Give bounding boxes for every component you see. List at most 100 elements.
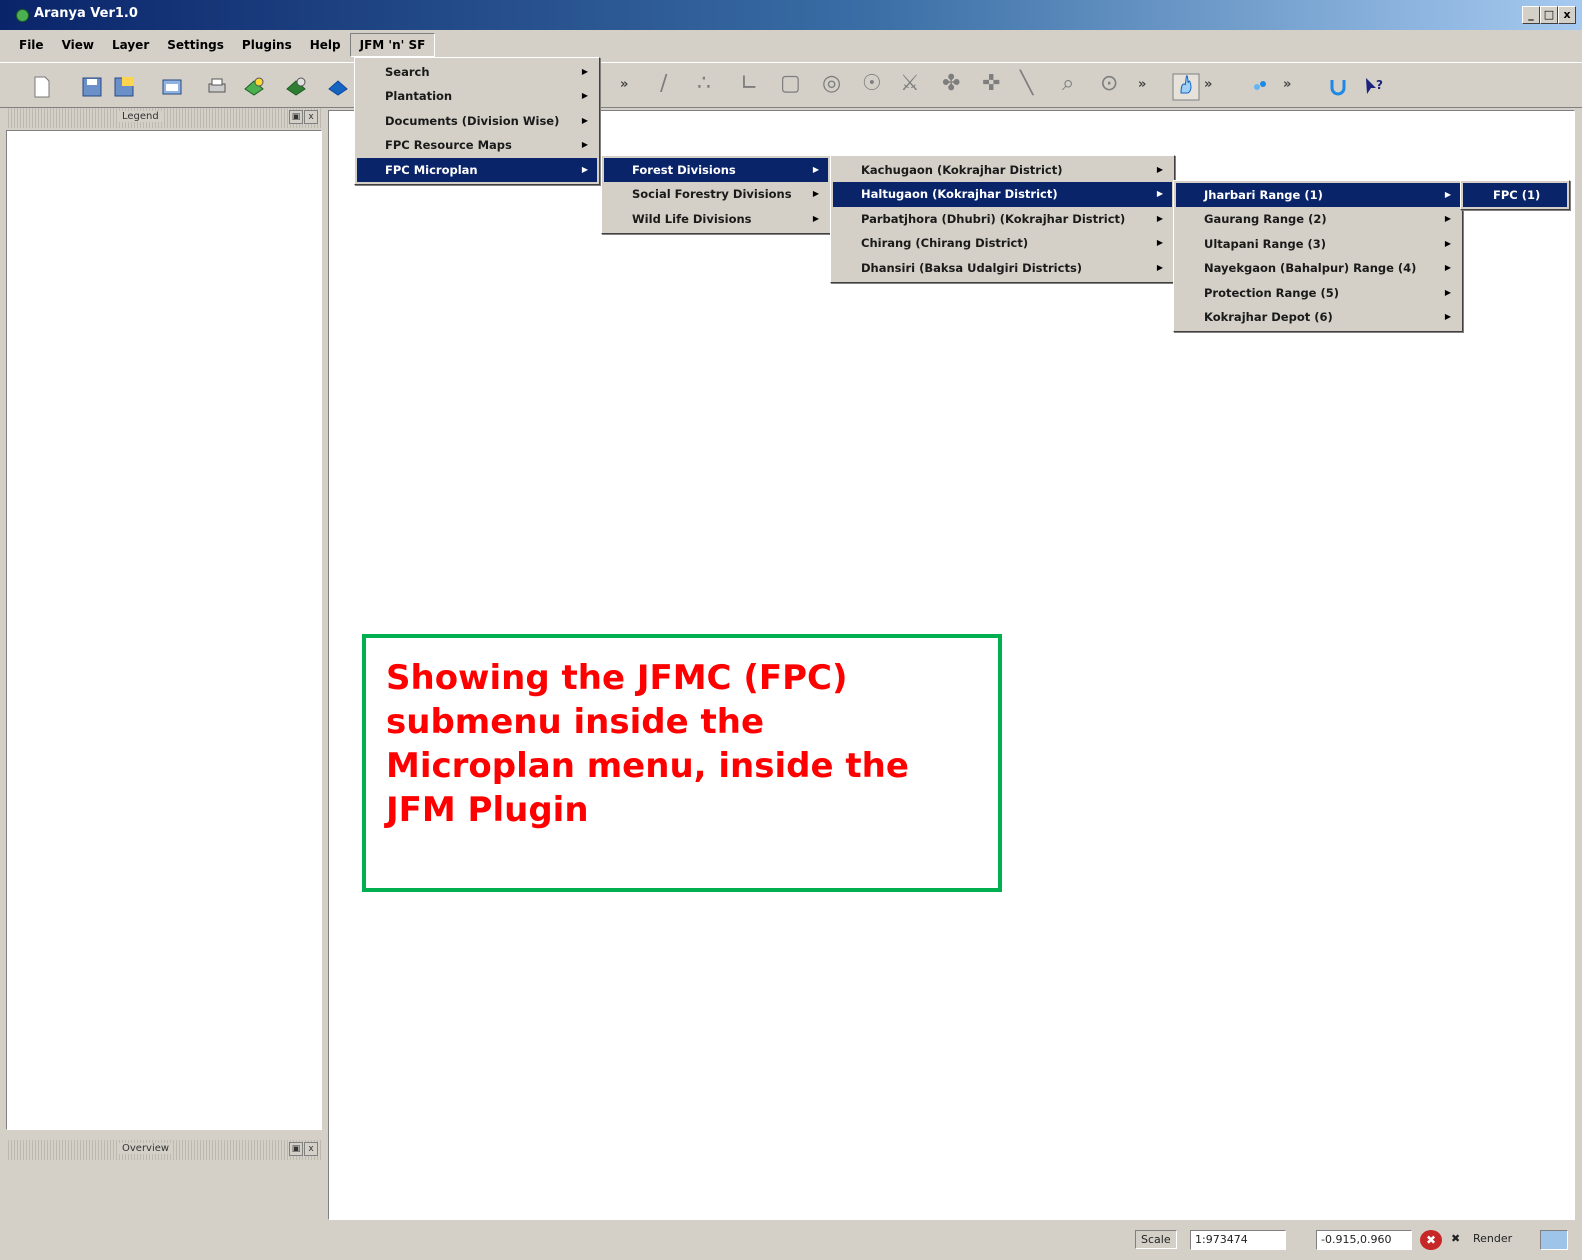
menu-bar: File View Layer Settings Plugins Help JF… bbox=[0, 30, 1582, 60]
delete-vertex-icon: ╲ bbox=[1020, 71, 1034, 96]
annotation-line: JFM Plugin bbox=[386, 790, 589, 830]
svg-text:?: ? bbox=[1376, 78, 1383, 92]
submenu-arrow-icon: ▶ bbox=[581, 140, 588, 150]
overview-title: Overview bbox=[118, 1143, 174, 1154]
jharbari-submenu: FPC (1) bbox=[1460, 180, 1570, 211]
app-icon bbox=[16, 9, 29, 22]
close-icon[interactable]: x bbox=[304, 110, 318, 124]
zoom-selection-icon: ⌕ bbox=[1062, 71, 1075, 96]
render-checkbox-icon[interactable]: ✖ bbox=[1446, 1230, 1465, 1247]
menu-item-chirang[interactable]: Chirang (Chirang District) ▶ bbox=[833, 231, 1172, 255]
add-ring-icon: ◎ bbox=[822, 71, 842, 96]
menu-item-gaurang-range[interactable]: Gaurang Range (2) ▶ bbox=[1176, 207, 1460, 231]
edit-pencil-icon: ∕ bbox=[660, 71, 668, 96]
menu-item-kachugaon[interactable]: Kachugaon (Kokrajhar District) ▶ bbox=[833, 158, 1172, 182]
submenu-arrow-icon: ▶ bbox=[1444, 190, 1451, 199]
submenu-arrow-icon: ▶ bbox=[1156, 165, 1163, 174]
new-project-icon[interactable] bbox=[30, 75, 54, 99]
annotation-line: Showing the JFMC (FPC) bbox=[386, 658, 848, 698]
save-icon[interactable] bbox=[80, 75, 104, 99]
menu-item-plantation[interactable]: Plantation ▶ bbox=[357, 84, 597, 108]
submenu-arrow-icon: ▶ bbox=[1156, 189, 1163, 199]
annotation-line: Microplan menu, inside the bbox=[386, 746, 909, 786]
submenu-arrow-icon: ▶ bbox=[1156, 262, 1163, 272]
menu-item-jharbari-range[interactable]: Jharbari Range (1) ▶ bbox=[1176, 183, 1460, 208]
menu-item-fpc-1[interactable]: FPC (1) bbox=[1463, 183, 1567, 208]
float-icon[interactable]: ▣ bbox=[289, 110, 303, 124]
add-raster-layer-icon[interactable] bbox=[284, 75, 308, 99]
print-icon[interactable] bbox=[205, 75, 229, 99]
jfm-menu: Search ▶ Plantation ▶ Documents (Division … bbox=[354, 57, 600, 185]
annotation-line: submenu inside the bbox=[386, 702, 765, 742]
add-layer-icon[interactable] bbox=[326, 75, 350, 99]
forest-divisions-submenu: Kachugaon (Kokrajhar District) ▶ Haltugao… bbox=[830, 155, 1175, 283]
add-vector-layer-icon[interactable] bbox=[242, 75, 266, 99]
pan-hand-icon[interactable] bbox=[1172, 73, 1200, 101]
submenu-arrow-icon: ▶ bbox=[1444, 311, 1451, 321]
render-label: Render bbox=[1473, 1232, 1513, 1245]
capture-point-icon: ∴ bbox=[697, 71, 711, 96]
submenu-arrow-icon: ▶ bbox=[1444, 238, 1451, 248]
submenu-arrow-icon: ▶ bbox=[1156, 238, 1163, 248]
microplan-submenu: Forest Divisions ▶ Social Forestry Divisi… bbox=[601, 155, 831, 235]
menu-item-kokrajhar-depot[interactable]: Kokrajhar Depot (6) ▶ bbox=[1176, 305, 1460, 329]
submenu-arrow-icon: ▶ bbox=[581, 91, 588, 101]
menu-settings[interactable]: Settings bbox=[158, 34, 233, 56]
whats-this-icon[interactable]: ? bbox=[1362, 75, 1386, 99]
zoom-icon[interactable] bbox=[1248, 75, 1272, 99]
toolbar-overflow-icon[interactable]: » bbox=[1283, 77, 1291, 92]
magnet-icon[interactable] bbox=[1326, 75, 1350, 99]
menu-item-search[interactable]: Search ▶ bbox=[357, 60, 597, 84]
minimize-button[interactable]: _ bbox=[1522, 6, 1540, 24]
scale-input[interactable]: 1:973474 bbox=[1190, 1230, 1286, 1250]
title-bar: Aranya Ver1.0 _ □ x bbox=[0, 0, 1582, 30]
print-composer-icon[interactable] bbox=[160, 75, 184, 99]
menu-item-parbatjhora[interactable]: Parbatjhora (Dhubri) (Kokrajhar District… bbox=[833, 207, 1172, 231]
haltugaon-submenu: Jharbari Range (1) ▶ Gaurang Range (2) ▶ U… bbox=[1173, 180, 1463, 333]
submenu-arrow-icon: ▶ bbox=[581, 67, 588, 76]
stop-render-icon[interactable]: ✖ bbox=[1420, 1230, 1442, 1250]
toolbar-overflow-icon[interactable]: » bbox=[1204, 77, 1212, 92]
menu-layer[interactable]: Layer bbox=[103, 34, 158, 56]
toolbar: » ∕ ∴ ∟ ▢ ◎ ☉ ⚔ ✤ ✜ ╲ ⌕ ⊙ » » » ? bbox=[0, 62, 1582, 108]
submenu-arrow-icon: ▶ bbox=[812, 213, 819, 223]
identify-icon: ⊙ bbox=[1100, 71, 1119, 96]
menu-help[interactable]: Help bbox=[301, 34, 350, 56]
menu-item-fpc-resource-maps[interactable]: FPC Resource Maps ▶ bbox=[357, 133, 597, 157]
save-as-icon[interactable] bbox=[112, 75, 136, 99]
status-bar: Scale 1:973474 -0.915,0.960 ✖ ✖ Render bbox=[0, 1222, 1582, 1260]
menu-item-protection-range[interactable]: Protection Range (5) ▶ bbox=[1176, 281, 1460, 305]
submenu-arrow-icon: ▶ bbox=[812, 165, 819, 174]
menu-item-nayekgaon-range[interactable]: Nayekgaon (Bahalpur) Range (4) ▶ bbox=[1176, 256, 1460, 280]
projection-icon[interactable] bbox=[1540, 1230, 1568, 1250]
menu-jfm-sf[interactable]: JFM 'n' SF bbox=[349, 33, 436, 57]
toolbar-overflow-icon[interactable]: » bbox=[1138, 77, 1146, 92]
menu-item-forest-divisions[interactable]: Forest Divisions ▶ bbox=[604, 158, 828, 183]
toolbar-overflow-icon[interactable]: » bbox=[620, 77, 628, 92]
float-icon[interactable]: ▣ bbox=[289, 1142, 303, 1156]
split-features-icon: ⚔ bbox=[900, 71, 920, 96]
legend-panel[interactable] bbox=[6, 130, 322, 1130]
menu-item-social-forestry-divisions[interactable]: Social Forestry Divisions ▶ bbox=[604, 182, 828, 206]
legend-title: Legend bbox=[118, 111, 163, 122]
menu-view[interactable]: View bbox=[53, 34, 103, 56]
submenu-arrow-icon: ▶ bbox=[1444, 263, 1451, 273]
menu-item-documents[interactable]: Documents (Division Wise) ▶ bbox=[357, 109, 597, 133]
menu-item-ultapani-range[interactable]: Ultapani Range (3) ▶ bbox=[1176, 232, 1460, 256]
menu-plugins[interactable]: Plugins bbox=[233, 34, 301, 56]
menu-item-fpc-microplan[interactable]: FPC Microplan ▶ bbox=[357, 157, 597, 182]
overview-header: Overview ▣ x bbox=[6, 1140, 322, 1160]
menu-item-haltugaon[interactable]: Haltugaon (Kokrajhar District) ▶ bbox=[833, 182, 1172, 207]
close-icon[interactable]: x bbox=[304, 1142, 318, 1156]
submenu-arrow-icon: ▶ bbox=[1444, 214, 1451, 224]
add-island-icon: ☉ bbox=[862, 71, 882, 96]
menu-file[interactable]: File bbox=[10, 34, 53, 56]
move-vertex-icon: ✜ bbox=[982, 71, 1001, 96]
submenu-arrow-icon: ▶ bbox=[1156, 213, 1163, 223]
menu-item-dhansiri[interactable]: Dhansiri (Baksa Udalgiri Districts) ▶ bbox=[833, 256, 1172, 280]
close-button[interactable]: x bbox=[1558, 6, 1576, 24]
maximize-button[interactable]: □ bbox=[1540, 6, 1558, 24]
coordinates-field: -0.915,0.960 bbox=[1316, 1230, 1412, 1250]
menu-item-wild-life-divisions[interactable]: Wild Life Divisions ▶ bbox=[604, 207, 828, 231]
scale-label: Scale bbox=[1135, 1230, 1177, 1249]
